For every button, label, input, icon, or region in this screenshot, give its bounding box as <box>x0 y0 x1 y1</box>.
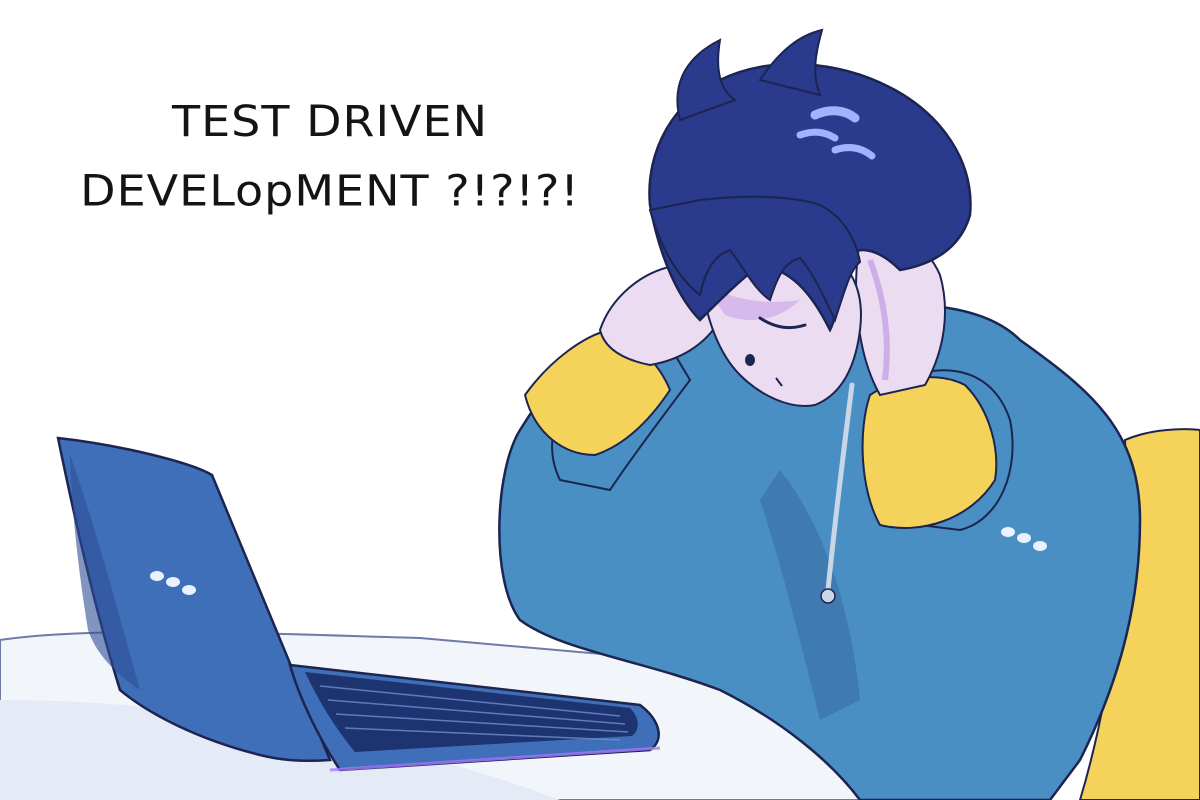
illustration-scene: TEST DRIVEN DEVELopMENT ?!?!?! <box>0 0 1200 800</box>
zipper-pull <box>820 588 836 604</box>
mouth <box>745 354 755 366</box>
caption: TEST DRIVEN DEVELopMENT ?!?!?! <box>30 86 630 226</box>
caption-line-2: DEVELopMENT ?!?!?! <box>80 166 580 216</box>
caption-line-1: TEST DRIVEN <box>172 96 488 146</box>
